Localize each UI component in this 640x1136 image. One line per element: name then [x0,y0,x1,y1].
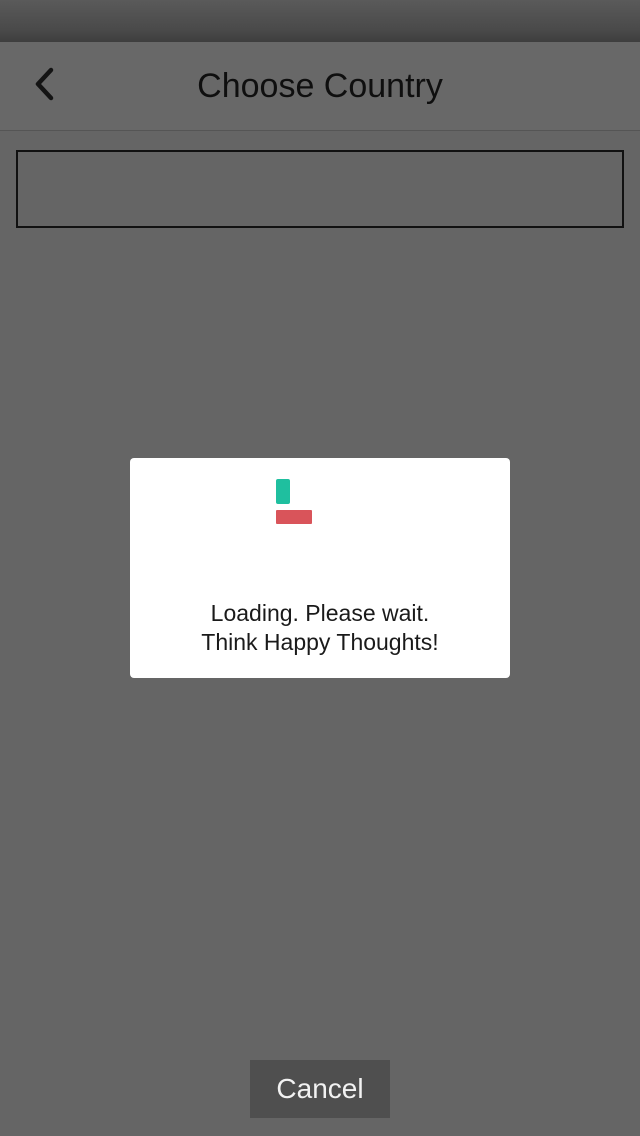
loading-message: Loading. Please wait. Think Happy Though… [130,599,510,657]
chevron-left-icon [32,66,56,107]
search-input[interactable] [18,152,622,226]
choose-country-screen: Choose Country Loading. Please wait. Thi… [0,0,640,1136]
loading-message-line1: Loading. Please wait. [210,600,430,626]
back-button[interactable] [22,64,66,108]
loading-spinner-top-bar [276,479,290,504]
status-bar [0,0,640,42]
loading-dialog: Loading. Please wait. Think Happy Though… [130,458,510,678]
search-field[interactable] [16,150,624,228]
page-title: Choose Country [197,67,443,105]
loading-spinner-bottom-bar [276,510,312,524]
cancel-button[interactable]: Cancel [250,1060,390,1118]
navigation-bar: Choose Country [0,42,640,131]
loading-message-line2: Think Happy Thoughts! [201,629,439,655]
